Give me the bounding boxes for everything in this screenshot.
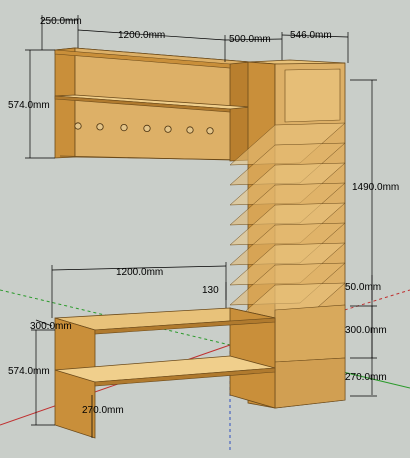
dim-bench-width: 1200.0mm <box>116 267 163 278</box>
bench-unit[interactable] <box>54 307 276 439</box>
dim-top-gap: 500.0mm <box>229 34 271 45</box>
coat-hook <box>120 124 128 132</box>
coat-hook <box>96 123 104 131</box>
dim-tower-height: 1490.0mm <box>352 182 399 193</box>
dim-top-shelf-depth: 250.0mm <box>40 16 82 27</box>
coat-hook <box>186 126 194 134</box>
tower-lower-compartment <box>274 304 346 363</box>
dim-tower-width: 546.0mm <box>290 30 332 41</box>
dim-top-shelf-width: 1200.0mm <box>118 30 165 41</box>
coat-hook <box>206 127 214 135</box>
dim-bench-plinth: 270.0mm <box>82 405 124 416</box>
dim-bench-offset: 130 <box>202 285 219 296</box>
3d-viewport[interactable]: 250.0mm 1200.0mm 500.0mm 546.0mm 574.0mm… <box>0 0 410 453</box>
tower-plinth-compartment <box>274 357 346 409</box>
dim-tower-lower-shelf: 300.0mm <box>345 325 387 336</box>
tower-top-compartment <box>284 68 341 123</box>
model-canvas[interactable]: 250.0mm 1200.0mm 500.0mm 546.0mm 574.0mm… <box>0 0 410 453</box>
coat-hook <box>143 124 151 132</box>
dim-tower-plinth: 270.0mm <box>345 372 387 383</box>
top-shelf-unit[interactable] <box>54 47 251 162</box>
dim-tower-drawer-height: 50.0mm <box>345 282 381 293</box>
dim-top-shelf-height: 574.0mm <box>8 100 50 111</box>
dim-bench-height: 574.0mm <box>8 366 50 377</box>
coat-hook <box>74 122 82 130</box>
top-shelf-left-side <box>54 47 76 159</box>
dim-bench-depth: 300.0mm <box>30 321 72 332</box>
tower-shelves <box>229 122 346 326</box>
top-shelf-right-side <box>229 61 251 162</box>
coat-hook <box>164 125 172 133</box>
